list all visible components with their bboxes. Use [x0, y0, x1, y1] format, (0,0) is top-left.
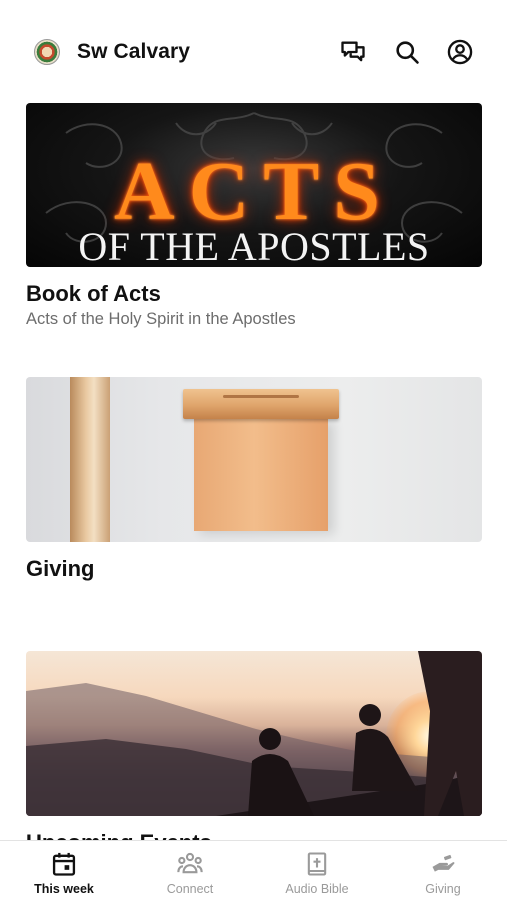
tab-label: This week: [34, 882, 94, 896]
card-title: Giving: [26, 556, 95, 581]
account-icon[interactable]: [444, 36, 476, 68]
church-logo-icon[interactable]: [34, 39, 60, 65]
search-icon[interactable]: [391, 36, 423, 68]
tab-label: Giving: [425, 882, 461, 896]
feed-card-book-of-acts[interactable]: ACTS OF THE APOSTLES Book of Acts Acts o…: [26, 103, 482, 329]
tab-label: Audio Bible: [285, 882, 349, 896]
tab-giving[interactable]: Giving: [393, 841, 493, 900]
chat-bubbles-icon[interactable]: [337, 36, 369, 68]
tab-label: Connect: [166, 882, 214, 896]
feed-card-giving[interactable]: Giving: [26, 377, 482, 582]
people-group-icon: [177, 852, 203, 874]
sunset-image: [26, 651, 482, 816]
feed-card-upcoming-events[interactable]: Upcoming Events: [26, 651, 482, 856]
card-subtitle: Acts of the Holy Spirit in the Apostles: [26, 310, 296, 328]
tab-audio-bible[interactable]: Audio Bible: [267, 841, 367, 900]
tab-this-week[interactable]: This week: [14, 841, 114, 900]
bible-icon: [307, 852, 327, 876]
donation-slot: [223, 395, 299, 398]
giving-hand-icon: [432, 854, 455, 872]
donation-box-lid: [183, 389, 339, 419]
calendar-icon: [52, 852, 76, 876]
acts-banner-image: ACTS OF THE APOSTLES: [26, 103, 482, 267]
silhouette-scene: [26, 651, 482, 816]
tab-connect[interactable]: Connect: [140, 841, 240, 900]
donation-box-body: [194, 419, 328, 531]
acts-subtitle-text: OF THE APOSTLES: [78, 224, 430, 267]
bottom-tab-bar: This week Connect Audio Bible Giving: [0, 840, 507, 900]
wooden-post: [70, 377, 110, 542]
card-title: Book of Acts: [26, 281, 161, 306]
app-header: Sw Calvary: [0, 0, 507, 100]
donation-box-image: [26, 377, 482, 542]
app-title: Sw Calvary: [77, 40, 191, 63]
